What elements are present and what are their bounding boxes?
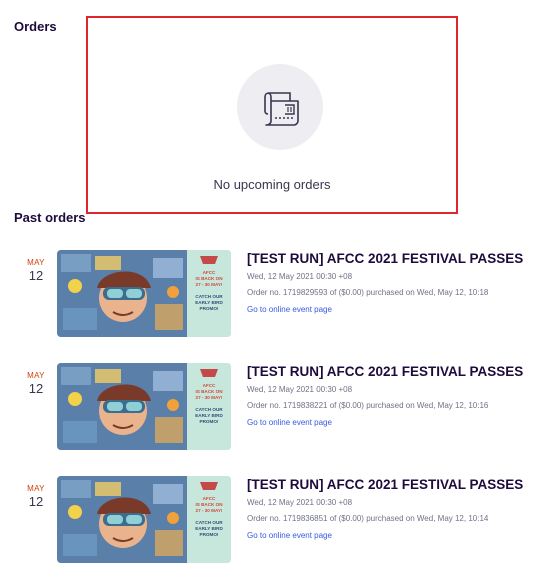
event-thumbnail[interactable]: AFCC IS BACK ON 27 - 30 MAY! CATCH OUR E…	[57, 476, 231, 563]
past-orders-heading: Past orders	[14, 210, 86, 225]
order-day: 12	[28, 381, 44, 396]
thumbnail-caption: AFCC	[203, 270, 216, 275]
order-info: [TEST RUN] AFCC 2021 FESTIVAL PASSES Wed…	[247, 250, 547, 317]
thumbnail-caption: AFCC	[203, 496, 216, 501]
order-date-block: MAY 12	[22, 371, 50, 397]
online-event-link[interactable]: Go to online event page	[247, 304, 332, 316]
thumbnail-caption: CATCH OUR	[195, 520, 223, 525]
order-date-block: MAY 12	[22, 258, 50, 284]
event-thumbnail[interactable]: AFCC IS BACK ON 27 - 30 MAY! CATCH OUR E…	[57, 250, 231, 337]
order-meta: Order no. 1719829593 of ($0.00) purchase…	[247, 288, 489, 297]
thumbnail-caption: IS BACK ON	[195, 502, 223, 507]
event-thumbnail[interactable]: AFCC IS BACK ON 27 - 30 MAY! CATCH OUR E…	[57, 363, 231, 450]
order-meta: Order no. 1719838221 of ($0.00) purchase…	[247, 401, 489, 410]
order-row[interactable]: MAY 12 AFCC IS BACK ON 27 - 30 MAY! CATC…	[0, 248, 553, 348]
orders-heading: Orders	[14, 19, 57, 34]
order-row[interactable]: MAY 12 AFCC IS BACK ON 27 - 30 MAY! CATC…	[0, 361, 553, 461]
order-day: 12	[28, 494, 44, 509]
order-info: [TEST RUN] AFCC 2021 FESTIVAL PASSES Wed…	[247, 476, 547, 543]
thumbnail-caption: CATCH OUR	[195, 294, 223, 299]
thumbnail-caption: PROMO!	[200, 419, 219, 424]
thumbnail-caption: AFCC	[203, 383, 216, 388]
thumbnail-caption: 27 - 30 MAY!	[196, 508, 223, 513]
event-thumbnail-art: AFCC IS BACK ON 27 - 30 MAY! CATCH OUR E…	[57, 363, 231, 450]
online-event-link[interactable]: Go to online event page	[247, 530, 332, 542]
event-title[interactable]: [TEST RUN] AFCC 2021 FESTIVAL PASSES	[247, 363, 547, 381]
thumbnail-caption: IS BACK ON	[195, 276, 223, 281]
thumbnail-caption: EARLY BIRD	[195, 300, 223, 305]
order-month: MAY	[27, 258, 45, 267]
upcoming-orders-empty-panel: No upcoming orders	[86, 16, 458, 214]
event-date: Wed, 12 May 2021 00:30 +08	[247, 272, 353, 281]
thumbnail-caption: PROMO!	[200, 532, 219, 537]
event-title[interactable]: [TEST RUN] AFCC 2021 FESTIVAL PASSES	[247, 250, 547, 268]
thumbnail-caption: EARLY BIRD	[195, 413, 223, 418]
thumbnail-caption: CATCH OUR	[195, 407, 223, 412]
thumbnail-caption: 27 - 30 MAY!	[196, 395, 223, 400]
order-meta: Order no. 1719836851 of ($0.00) purchase…	[247, 514, 489, 523]
event-title[interactable]: [TEST RUN] AFCC 2021 FESTIVAL PASSES	[247, 476, 547, 494]
thumbnail-caption: PROMO!	[200, 306, 219, 311]
event-date: Wed, 12 May 2021 00:30 +08	[247, 385, 353, 394]
online-event-link[interactable]: Go to online event page	[247, 417, 332, 429]
order-month: MAY	[27, 371, 45, 380]
event-thumbnail-art: AFCC IS BACK ON 27 - 30 MAY! CATCH OUR E…	[57, 476, 231, 563]
order-info: [TEST RUN] AFCC 2021 FESTIVAL PASSES Wed…	[247, 363, 547, 430]
thumbnail-caption: EARLY BIRD	[195, 526, 223, 531]
order-day: 12	[28, 268, 44, 283]
order-month: MAY	[27, 484, 45, 493]
order-date-block: MAY 12	[22, 484, 50, 510]
thumbnail-caption: 27 - 30 MAY!	[196, 282, 223, 287]
order-row[interactable]: MAY 12 AFCC IS BACK ON 27 - 30 MAY! CATC…	[0, 474, 553, 574]
event-date: Wed, 12 May 2021 00:30 +08	[247, 498, 353, 507]
ticket-icon-badge	[237, 64, 323, 150]
empty-orders-message: No upcoming orders	[213, 177, 331, 192]
ticket-icon	[264, 92, 299, 126]
event-thumbnail-art: AFCC IS BACK ON 27 - 30 MAY! CATCH OUR E…	[57, 250, 231, 337]
thumbnail-caption: IS BACK ON	[195, 389, 223, 394]
